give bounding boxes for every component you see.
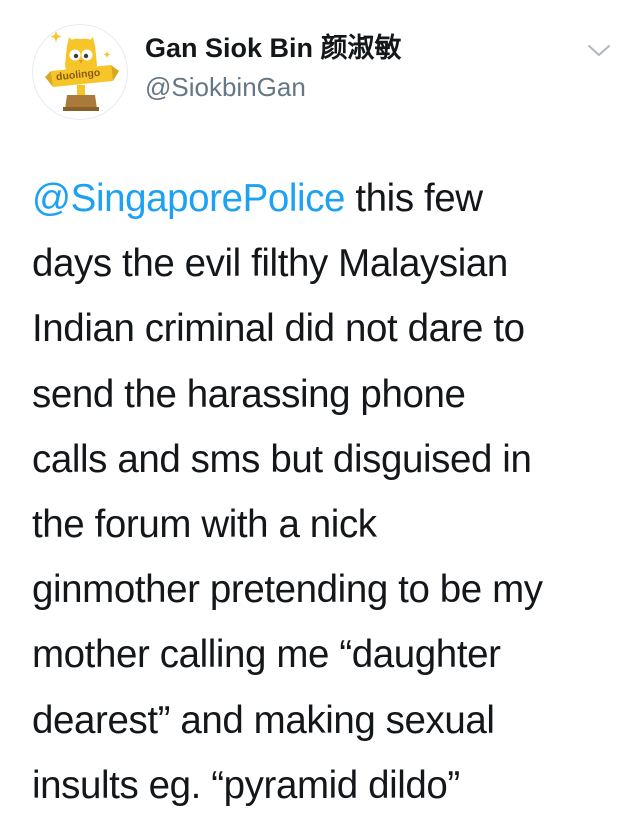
tweet-line-text: this few <box>345 177 483 220</box>
mention-link[interactable]: @SingaporePolice <box>32 177 345 220</box>
tweet: duolingo Gan Siok Bin 颜淑敏 @SiokbinGan @S… <box>0 0 640 807</box>
tweet-line: dearest” and making sexual <box>32 698 495 742</box>
avatar[interactable]: duolingo <box>32 24 128 120</box>
tweet-line: insults eg. “pyramid dildo” <box>32 763 460 807</box>
tweet-menu-button[interactable] <box>586 42 612 60</box>
tweet-line: Indian criminal did not dare to <box>32 307 525 351</box>
tweet-line: send the harassing phone <box>32 372 466 416</box>
user-info[interactable]: Gan Siok Bin 颜淑敏 @SiokbinGan <box>145 30 402 105</box>
tweet-header: duolingo Gan Siok Bin 颜淑敏 @SiokbinGan <box>32 24 622 124</box>
tweet-line: mother calling me “daughter <box>32 633 501 677</box>
tweet-line: ginmother pretending to be my <box>32 568 543 612</box>
tweet-line: the forum with a nick <box>32 503 377 547</box>
tweet-line: days the evil filthy Malaysian <box>32 242 508 286</box>
tweet-text: @SingaporePolice this few days the evil … <box>32 166 622 818</box>
user-handle[interactable]: @SiokbinGan <box>145 69 402 105</box>
display-name[interactable]: Gan Siok Bin 颜淑敏 <box>145 30 402 66</box>
tweet-line: calls and sms but disguised in <box>32 437 532 481</box>
tweet-line: @SingaporePolice this few <box>32 166 622 231</box>
chevron-down-icon <box>588 45 610 56</box>
